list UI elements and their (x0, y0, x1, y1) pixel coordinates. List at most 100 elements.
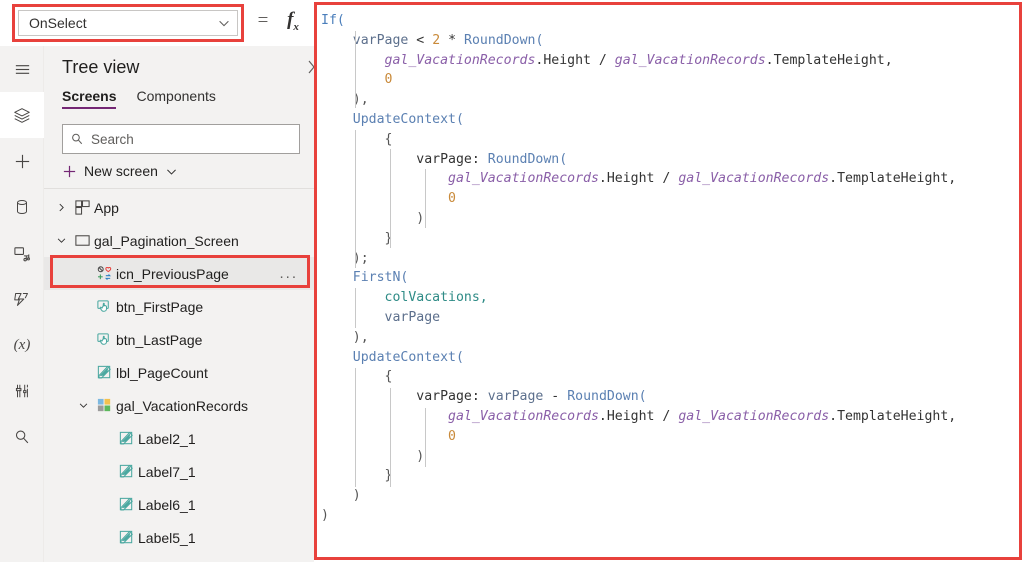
code-line: ), (321, 90, 1019, 110)
code-token: .Height (535, 52, 591, 68)
code-line: UpdateContext( (321, 348, 1019, 368)
tree-item-label7-1[interactable]: Label7_1 (44, 455, 314, 488)
code-token: 0 (384, 72, 393, 88)
powerapps-studio-window: OnSelect = fx (x) Tree view Screens Comp… (0, 0, 1024, 562)
code-token: 0 (448, 428, 456, 444)
search-input[interactable] (91, 131, 299, 147)
tree-item-label: btn_LastPage (116, 331, 203, 348)
code-token: / (654, 408, 679, 424)
code-line: gal_VacationRecords.Height / gal_Vacatio… (321, 51, 1019, 71)
code-line: colVacations, (321, 288, 1019, 308)
tree-item-label5-1[interactable]: Label5_1 (44, 521, 314, 554)
tree-view-icon[interactable] (0, 92, 44, 138)
tree-item-label: App (94, 199, 119, 216)
indent-guide (390, 149, 391, 248)
code-token: / (590, 52, 615, 68)
power-automate-icon[interactable] (0, 276, 44, 322)
tree-item-label: icn_PreviousPage (116, 265, 229, 282)
code-line: varPage < 2 * RoundDown( (321, 31, 1019, 51)
code-token: ) (416, 210, 425, 226)
indent-guide (355, 130, 356, 268)
tree-item-btn-lastpage[interactable]: btn_LastPage (44, 323, 314, 356)
chevron-down-icon[interactable] (52, 235, 70, 246)
code-line: } (321, 229, 1019, 249)
tab-screens[interactable]: Screens (62, 88, 117, 109)
chevron-down-icon[interactable] (74, 400, 92, 411)
code-token: .TemplateHeight, (765, 52, 893, 68)
code-token: .TemplateHeight, (829, 171, 957, 187)
advanced-tools-icon[interactable] (0, 368, 44, 414)
left-icon-rail: (x) (0, 46, 44, 562)
chevron-down-icon[interactable] (165, 165, 178, 178)
chevron-right-icon[interactable] (52, 202, 70, 213)
code-line: ) (321, 506, 1019, 526)
tree-item-btn-firstpage[interactable]: btn_FirstPage (44, 290, 314, 323)
formula-editor-highlight: If( varPage < 2 * RoundDown( gal_Vacatio… (314, 2, 1022, 560)
code-line: ), (321, 328, 1019, 348)
code-line: varPage (321, 308, 1019, 328)
tree-item-label6-1[interactable]: Label6_1 (44, 488, 314, 521)
formula-code-editor[interactable]: If( varPage < 2 * RoundDown( gal_Vacatio… (317, 5, 1019, 526)
tree-view-search-wrap (44, 116, 314, 154)
insert-plus-icon[interactable] (0, 138, 44, 184)
code-token: gal_VacationRecords (384, 52, 536, 68)
tree-item-gal-vacationrecords[interactable]: gal_VacationRecords (44, 389, 314, 422)
code-token: 0 (448, 191, 456, 207)
code-token: 2 (432, 32, 441, 48)
fx-icon[interactable]: fx (280, 6, 306, 34)
code-line: If( (321, 11, 1019, 31)
tree-item-list: App gal_Pagination_Screen icn_PreviousPage… (44, 189, 314, 554)
property-dropdown[interactable]: OnSelect (18, 10, 238, 36)
code-line: 0 (321, 70, 1019, 90)
row-context-menu-icon[interactable]: ... (279, 257, 298, 290)
code-token: varPage (487, 389, 544, 405)
tree-item-lbl-pagecount[interactable]: lbl_PageCount (44, 356, 314, 389)
tab-components[interactable]: Components (136, 88, 215, 109)
hamburger-menu-icon[interactable] (0, 46, 44, 92)
tree-item-label2-1[interactable]: Label2_1 (44, 422, 314, 455)
chevron-right-icon[interactable] (304, 59, 314, 75)
code-token: ) (321, 507, 329, 523)
tree-view-panel: Tree view Screens Components New screen (44, 46, 314, 562)
tree-item-app[interactable]: App (44, 191, 314, 224)
new-screen-label: New screen (84, 163, 158, 179)
code-line: { (321, 367, 1019, 387)
code-token: } (384, 230, 393, 246)
label-icon (92, 364, 116, 381)
code-token: ) (352, 488, 361, 504)
indent-guide (425, 408, 426, 467)
code-token: varPage: (416, 389, 480, 405)
code-token: RoundDown( (464, 32, 544, 48)
tree-item-icn-previouspage[interactable]: icn_PreviousPage... (44, 255, 314, 290)
variables-icon[interactable]: (x) (0, 322, 44, 368)
search-box[interactable] (62, 124, 300, 154)
icons-icon (92, 265, 116, 282)
code-token: gal_VacationRecords (448, 408, 599, 424)
data-sources-icon[interactable] (0, 184, 44, 230)
code-token: varPage: (416, 151, 480, 167)
indent-guide (355, 368, 356, 487)
property-dropdown-label: OnSelect (29, 15, 87, 31)
indent-guide (355, 31, 356, 108)
code-line: ); (321, 249, 1019, 269)
chevron-down-icon[interactable] (211, 16, 237, 30)
media-icon[interactable] (0, 230, 44, 276)
new-screen-button[interactable]: New screen (44, 154, 314, 188)
search-icon[interactable] (0, 414, 44, 460)
tree-item-gal-pagination-screen[interactable]: gal_Pagination_Screen (44, 224, 314, 257)
